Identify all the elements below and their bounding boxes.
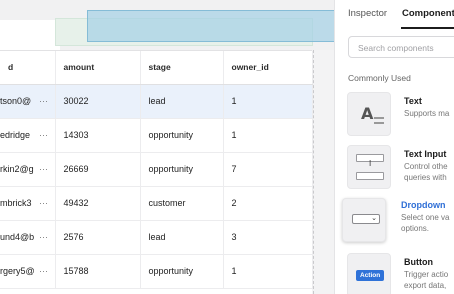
table-cell-amount[interactable]: 26669 (55, 152, 141, 187)
tab-components[interactable]: Components (402, 8, 454, 19)
data-table[interactable]: d amount stage owner_id tson0@ ··· 30022 … (0, 50, 313, 294)
component-item-text[interactable]: A Text Supports ma (335, 92, 454, 138)
table-row[interactable]: tson0@ ··· 30022 lead 1 (0, 84, 313, 119)
component-desc: Supports ma (404, 109, 450, 118)
table-cell-owner-id[interactable]: 7 (223, 152, 313, 187)
table-cell-amount[interactable]: 15788 (55, 254, 141, 289)
cell-text: rgery5@ (0, 266, 35, 277)
action-label: Action (356, 270, 385, 281)
app-canvas[interactable]: d amount stage owner_id tson0@ ··· 30022 … (0, 0, 334, 294)
more-icon[interactable]: ··· (39, 232, 48, 242)
column-header-amount[interactable]: amount (55, 51, 141, 85)
table-cell-email[interactable]: edridge ··· (0, 118, 56, 153)
component-name: Text (404, 96, 422, 106)
cell-text: rkin2@g (0, 164, 34, 175)
right-panel: Inspector Components Search components C… (334, 0, 454, 294)
component-name: Text Input (404, 149, 447, 159)
table-cell-amount[interactable]: 2576 (55, 220, 141, 255)
component-placeholder (0, 20, 60, 50)
table-cell-owner-id[interactable]: 3 (223, 220, 313, 255)
table-cell-amount[interactable]: 14303 (55, 118, 141, 153)
table-cell-stage[interactable]: opportunity (140, 254, 224, 289)
table-cell-stage[interactable]: lead (140, 220, 224, 255)
component-name: Dropdown (401, 200, 446, 210)
component-desc-line: Trigger actio (404, 270, 449, 279)
component-desc-line: export data, (404, 280, 447, 290)
column-header-owner-id[interactable]: owner_id (223, 51, 313, 85)
table-cell-owner-id[interactable]: 1 (223, 254, 313, 289)
component-desc-line: Control othe (404, 162, 448, 171)
drag-ghost-dropdown (87, 10, 334, 42)
cell-text: tson0@ (0, 96, 32, 107)
table-cell-email[interactable]: und4@b ··· (0, 220, 56, 255)
table-cell-owner-id[interactable]: 1 (223, 118, 313, 153)
table-cell-owner-id[interactable]: 2 (223, 186, 313, 221)
table-cell-stage[interactable]: customer (140, 186, 224, 221)
table-cell-stage[interactable]: lead (140, 84, 224, 119)
table-cell-amount[interactable]: 30022 (55, 84, 141, 119)
cell-text: und4@b (0, 232, 35, 243)
table-row[interactable]: mbrick3 ··· 49432 customer 2 (0, 186, 313, 221)
component-item-button[interactable]: Action Button Trigger actio export data, (335, 253, 454, 294)
table-cell-email[interactable]: mbrick3 ··· (0, 186, 56, 221)
component-name: Button (404, 257, 433, 267)
component-desc-line: queries with (404, 172, 447, 182)
active-tab-indicator (401, 27, 454, 29)
table-cell-email[interactable]: rgery5@ ··· (0, 254, 56, 289)
dropdown-icon: ⌄ (342, 198, 386, 242)
more-icon[interactable]: ··· (39, 130, 48, 140)
section-label-commonly-used: Commonly Used (348, 73, 411, 83)
more-icon[interactable]: ··· (39, 198, 48, 208)
panel-tabs: Inspector Components (335, 0, 454, 30)
more-icon[interactable]: ··· (39, 266, 48, 276)
table-cell-email[interactable]: rkin2@g ··· (0, 152, 56, 187)
resize-guide (313, 50, 314, 294)
table-row[interactable]: edridge ··· 14303 opportunity 1 (0, 118, 313, 153)
table-cell-email[interactable]: tson0@ ··· (0, 84, 56, 119)
search-placeholder: Search components (358, 43, 434, 53)
component-item-text-input[interactable]: I Text Input Control othe queries with (335, 145, 454, 191)
text-input-icon: I (347, 145, 391, 189)
table-cell-owner-id[interactable]: 1 (223, 84, 313, 119)
column-header-email[interactable]: d (0, 51, 56, 85)
cell-text: mbrick3 (0, 198, 32, 209)
tab-inspector[interactable]: Inspector (348, 8, 387, 19)
table-cell-stage[interactable]: opportunity (140, 118, 224, 153)
component-desc-line: Select one va (401, 213, 450, 222)
table-row[interactable]: und4@b ··· 2576 lead 3 (0, 220, 313, 255)
more-icon[interactable]: ··· (39, 164, 48, 174)
table-header-row: d amount stage owner_id (0, 51, 313, 85)
cell-text: edridge (0, 130, 31, 141)
table-row[interactable]: rgery5@ ··· 15788 opportunity 1 (0, 254, 313, 289)
component-desc: Control othe queries with (404, 162, 454, 183)
component-desc-line: options. (401, 223, 430, 233)
more-icon[interactable]: ··· (39, 96, 48, 106)
text-icon: A (347, 92, 391, 136)
table-cell-amount[interactable]: 49432 (55, 186, 141, 221)
component-desc: Trigger actio export data, (404, 270, 454, 291)
component-item-dropdown[interactable]: ⌄ Dropdown Select one va options. (335, 196, 454, 242)
table-row[interactable]: rkin2@g ··· 26669 opportunity 7 (0, 152, 313, 187)
component-desc: Select one va options. (401, 213, 454, 234)
button-icon: Action (347, 253, 391, 294)
column-header-stage[interactable]: stage (140, 51, 224, 85)
search-components-input[interactable]: Search components (348, 36, 454, 58)
table-cell-stage[interactable]: opportunity (140, 152, 224, 187)
